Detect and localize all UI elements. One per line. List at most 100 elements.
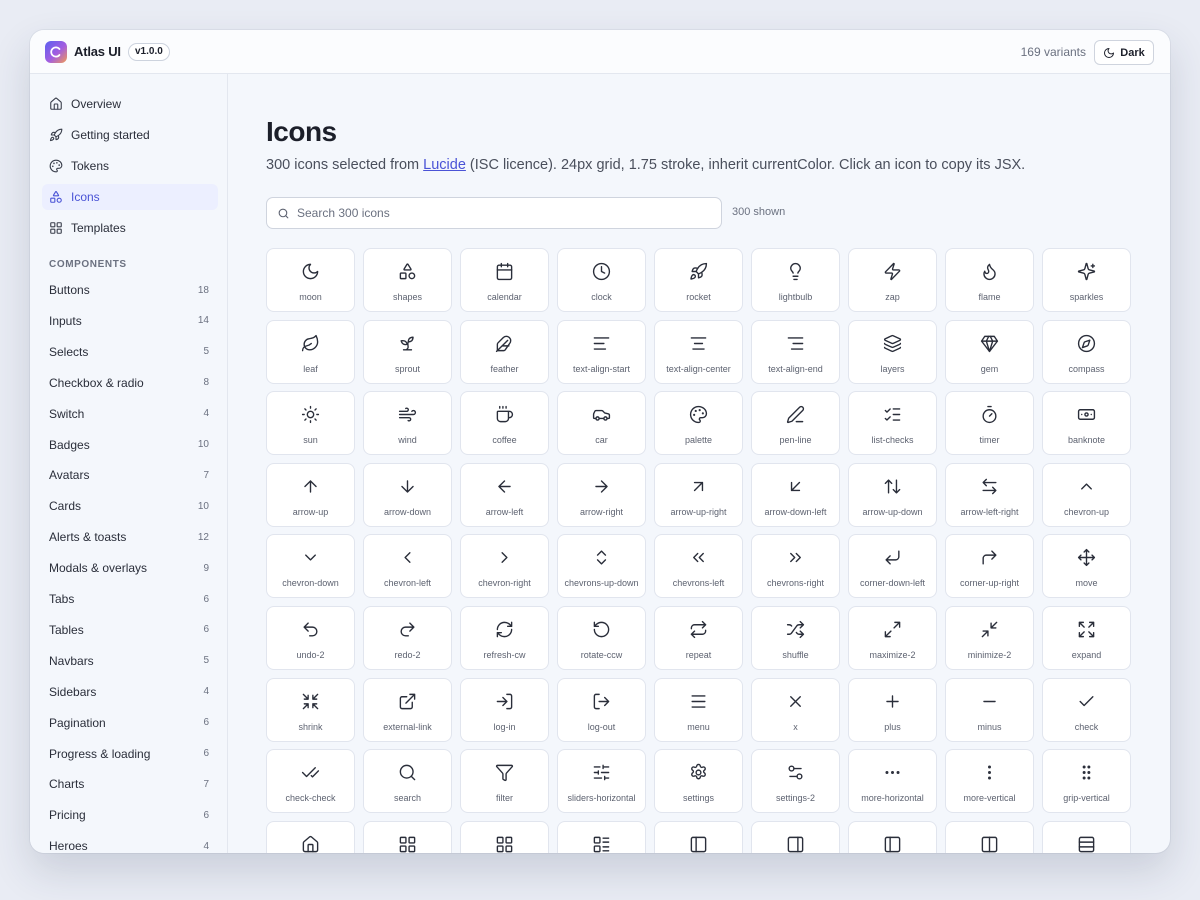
component-item-cards[interactable]: Cards 10	[49, 496, 209, 516]
icon-tile-leaf[interactable]: leaf	[266, 319, 355, 384]
icon-tile-feather[interactable]: feather	[460, 319, 549, 384]
icon-tile-arrow-up[interactable]: arrow-up	[266, 462, 355, 527]
icon-tile-chevrons-left[interactable]: chevrons-left	[654, 534, 743, 599]
sidebar-item-getting-started[interactable]: Getting started	[42, 122, 218, 148]
component-item-selects[interactable]: Selects 5	[49, 342, 209, 362]
component-item-charts[interactable]: Charts 7	[49, 774, 209, 794]
icon-tile-corner-up-right[interactable]: corner-up-right	[945, 534, 1034, 599]
icon-tile-minimize-2[interactable]: minimize-2	[945, 605, 1034, 670]
icon-tile-corner-down-left[interactable]: corner-down-left	[848, 534, 937, 599]
icon-tile-chevrons-right[interactable]: chevrons-right	[751, 534, 840, 599]
icon-tile-arrow-down-left[interactable]: arrow-down-left	[751, 462, 840, 527]
icon-tile-calendar[interactable]: calendar	[460, 248, 549, 312]
icon-tile-grip-vertical[interactable]: grip-vertical	[1042, 749, 1131, 814]
dark-mode-button[interactable]: Dark	[1094, 40, 1154, 65]
icon-tile-layers[interactable]: layers	[848, 319, 937, 384]
icon-tile-move[interactable]: move	[1042, 534, 1131, 599]
icon-tile-plus[interactable]: plus	[848, 677, 937, 742]
icon-tile-list-checks[interactable]: list-checks	[848, 391, 937, 456]
icon-tile-external-link[interactable]: external-link	[363, 677, 452, 742]
icon-tile-chevron-down[interactable]: chevron-down	[266, 534, 355, 599]
logo-icon[interactable]	[45, 41, 67, 63]
icon-tile-x[interactable]: x	[751, 677, 840, 742]
icon-tile-layout-grid[interactable]	[363, 820, 452, 853]
icon-tile-moon[interactable]: moon	[266, 248, 355, 312]
icon-tile-arrow-up-right[interactable]: arrow-up-right	[654, 462, 743, 527]
icon-tile-filter[interactable]: filter	[460, 749, 549, 814]
icon-tile-arrow-up-down[interactable]: arrow-up-down	[848, 462, 937, 527]
icon-tile-rotate-ccw[interactable]: rotate-ccw	[557, 605, 646, 670]
icon-tile-undo-2[interactable]: undo-2	[266, 605, 355, 670]
sidebar-item-tokens[interactable]: Tokens	[42, 153, 218, 179]
icon-tile-sparkles[interactable]: sparkles	[1042, 248, 1131, 312]
icon-tile-clock[interactable]: clock	[557, 248, 646, 312]
sidebar-item-icons[interactable]: Icons	[42, 184, 218, 210]
icon-tile-sliders-horizontal[interactable]: sliders-horizontal	[557, 749, 646, 814]
icon-tile-menu[interactable]: menu	[654, 677, 743, 742]
component-item-badges[interactable]: Badges 10	[49, 435, 209, 455]
search-box[interactable]	[266, 197, 722, 229]
icon-tile-timer[interactable]: timer	[945, 391, 1034, 456]
icon-tile-search[interactable]: search	[363, 749, 452, 814]
component-item-pricing[interactable]: Pricing 6	[49, 805, 209, 825]
component-item-checkbox-radio[interactable]: Checkbox & radio 8	[49, 373, 209, 393]
icon-tile-lightbulb[interactable]: lightbulb	[751, 248, 840, 312]
icon-tile-sun[interactable]: sun	[266, 391, 355, 456]
icon-tile-rocket[interactable]: rocket	[654, 248, 743, 312]
icon-tile-banknote[interactable]: banknote	[1042, 391, 1131, 456]
icon-tile-arrow-down[interactable]: arrow-down	[363, 462, 452, 527]
component-item-sidebars[interactable]: Sidebars 4	[49, 682, 209, 702]
component-item-alerts-toasts[interactable]: Alerts & toasts 12	[49, 527, 209, 547]
sidebar-item-templates[interactable]: Templates	[42, 215, 218, 241]
icon-tile-coffee[interactable]: coffee	[460, 391, 549, 456]
icon-tile-log-out[interactable]: log-out	[557, 677, 646, 742]
component-item-pagination[interactable]: Pagination 6	[49, 713, 209, 733]
icon-tile-zap[interactable]: zap	[848, 248, 937, 312]
icon-tile-sprout[interactable]: sprout	[363, 319, 452, 384]
icon-tile-more-horizontal[interactable]: more-horizontal	[848, 749, 937, 814]
icon-tile-car[interactable]: car	[557, 391, 646, 456]
icon-tile-flame[interactable]: flame	[945, 248, 1034, 312]
icon-tile-more-vertical[interactable]: more-vertical	[945, 749, 1034, 814]
icon-tile-check-check[interactable]: check-check	[266, 749, 355, 814]
component-item-avatars[interactable]: Avatars 7	[49, 465, 209, 485]
component-item-switch[interactable]: Switch 4	[49, 404, 209, 424]
icon-tile-settings[interactable]: settings	[654, 749, 743, 814]
icon-tile-shapes[interactable]: shapes	[363, 248, 452, 312]
component-item-modals-overlays[interactable]: Modals & overlays 9	[49, 558, 209, 578]
icon-tile-grid[interactable]	[460, 820, 549, 853]
icon-tile-columns[interactable]	[945, 820, 1034, 853]
icon-tile-text-align-end[interactable]: text-align-end	[751, 319, 840, 384]
icon-tile-panel-right[interactable]	[751, 820, 840, 853]
icon-tile-rows[interactable]	[1042, 820, 1131, 853]
icon-tile-maximize-2[interactable]: maximize-2	[848, 605, 937, 670]
icon-tile-arrow-left-right[interactable]: arrow-left-right	[945, 462, 1034, 527]
component-item-buttons[interactable]: Buttons 18	[49, 280, 209, 300]
icon-tile-palette[interactable]: palette	[654, 391, 743, 456]
icon-tile-settings-2[interactable]: settings-2	[751, 749, 840, 814]
icon-tile-text-align-start[interactable]: text-align-start	[557, 319, 646, 384]
component-item-inputs[interactable]: Inputs 14	[49, 311, 209, 331]
icon-tile-text-align-center[interactable]: text-align-center	[654, 319, 743, 384]
icon-tile-compass[interactable]: compass	[1042, 319, 1131, 384]
icon-tile-chevron-left[interactable]: chevron-left	[363, 534, 452, 599]
icon-tile-chevron-right[interactable]: chevron-right	[460, 534, 549, 599]
component-item-progress-loading[interactable]: Progress & loading 6	[49, 744, 209, 764]
icon-tile-log-in[interactable]: log-in	[460, 677, 549, 742]
icon-tile-repeat[interactable]: repeat	[654, 605, 743, 670]
icon-tile-panel-left[interactable]	[654, 820, 743, 853]
icon-tile-chevrons-up-down[interactable]: chevrons-up-down	[557, 534, 646, 599]
icon-tile-check[interactable]: check	[1042, 677, 1131, 742]
component-item-navbars[interactable]: Navbars 5	[49, 651, 209, 671]
icon-tile-shrink[interactable]: shrink	[266, 677, 355, 742]
icon-tile-shuffle[interactable]: shuffle	[751, 605, 840, 670]
search-input[interactable]	[297, 206, 697, 220]
sidebar-item-overview[interactable]: Overview	[42, 91, 218, 117]
icon-tile-panel-left[interactable]	[848, 820, 937, 853]
icon-tile-minus[interactable]: minus	[945, 677, 1034, 742]
icon-tile-layout-list[interactable]	[557, 820, 646, 853]
icon-tile-redo-2[interactable]: redo-2	[363, 605, 452, 670]
icon-tile-house[interactable]	[266, 820, 355, 853]
icon-tile-gem[interactable]: gem	[945, 319, 1034, 384]
component-item-tabs[interactable]: Tabs 6	[49, 589, 209, 609]
